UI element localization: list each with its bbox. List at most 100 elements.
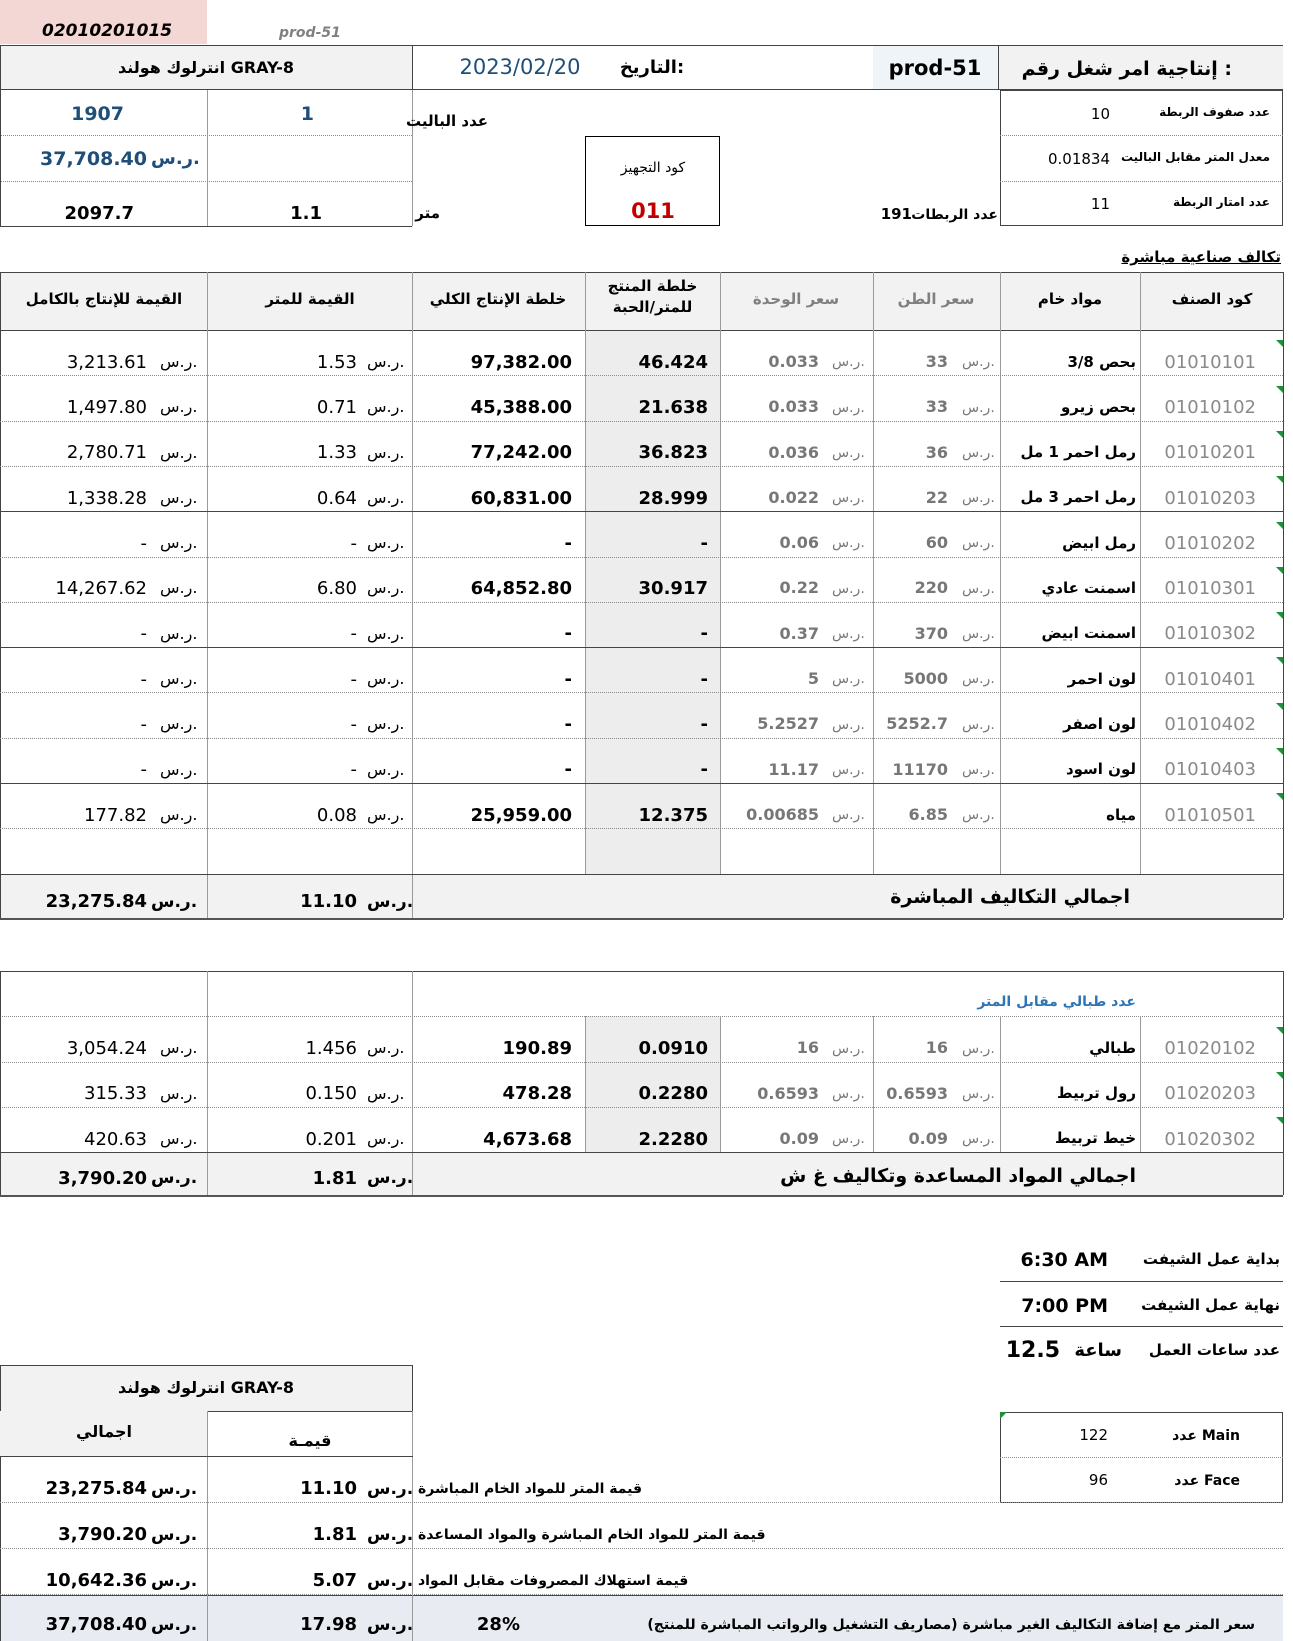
currency-symbol: ر.س. [962, 716, 995, 733]
currency-symbol: ر.س. [832, 354, 865, 371]
meter-label: متر [415, 204, 440, 223]
currency-symbol: ر.س. [962, 399, 995, 416]
order-title: إنتاجية امر شغل رقم : [1021, 57, 1232, 80]
row-line [0, 1195, 1283, 1198]
currency-symbol: ر.س. [962, 1085, 995, 1102]
hours-label: عدد ساعات العمل [1148, 1341, 1280, 1360]
currency-symbol: ر.س. [160, 578, 198, 598]
summary-col-value: قيمـة [288, 1430, 332, 1450]
currency-symbol: ر.س. [832, 626, 865, 642]
value-per-meter: 0.08 [316, 804, 357, 826]
row-line [1000, 1281, 1283, 1282]
cell-marker-icon [1276, 1117, 1283, 1125]
value-per-meter: - [350, 623, 358, 645]
col-line [0, 90, 1, 226]
row-line [0, 601, 1283, 603]
mix-per-meter: - [700, 714, 708, 735]
currency-symbol: ر.س. [367, 1478, 414, 1499]
currency-symbol: ر.س. [160, 533, 198, 553]
currency-symbol: ر.س. [367, 804, 405, 824]
direct-total-value: 23,275.84 [45, 890, 147, 912]
final-percent: 28% [476, 1614, 520, 1636]
row-line [1000, 1326, 1283, 1327]
currency-symbol: ر.س. [367, 487, 405, 507]
currency-symbol: ر.س. [160, 487, 198, 507]
prod-label-small: prod-51 [279, 24, 341, 41]
item-name: رمل ابيض [1062, 533, 1136, 552]
currency-symbol: ر.س. [832, 535, 865, 552]
row-line [1000, 135, 1283, 136]
item-name: اسمنت ابيض [1041, 624, 1136, 643]
mix-total: - [564, 759, 572, 781]
mix-per-meter: 12.375 [638, 804, 708, 826]
currency-symbol: ر.س. [367, 714, 405, 734]
col-line [412, 272, 413, 918]
mix-total: 77,242.00 [470, 442, 572, 464]
row-line [0, 226, 412, 227]
cell-marker-icon [1276, 1026, 1283, 1034]
item-code: 01010401 [1164, 668, 1256, 690]
bundles-count: 191 [880, 205, 912, 224]
right-info-value: 0.01834 [1047, 150, 1110, 169]
cell-marker-icon [1276, 612, 1283, 620]
cell-marker-icon [1276, 430, 1283, 438]
shift-end-label: نهاية عمل الشيفت [1141, 1296, 1280, 1315]
currency-symbol: ر.س. [962, 1131, 995, 1148]
col-line [412, 90, 413, 226]
item-code: 01020203 [1164, 1083, 1256, 1105]
summary-row-total: 23,275.84 [45, 1478, 147, 1500]
pallets-total: 1907 [71, 102, 124, 125]
value-per-meter: 1.33 [316, 442, 357, 464]
setup-code-label: كود التجهيز [620, 159, 686, 176]
currency-symbol: ر.س. [962, 1040, 995, 1057]
shift-end: 7:00 PM [1021, 1294, 1108, 1317]
mix-per-meter: 2.2280 [638, 1128, 708, 1150]
row-line [0, 375, 1283, 377]
currency-symbol: ر.س. [151, 1570, 198, 1591]
currency-symbol: ر.س. [962, 761, 995, 778]
mix-per-meter: - [700, 532, 708, 554]
cell-marker-icon [1276, 385, 1283, 393]
unit-price: 0.6593 [757, 1083, 819, 1103]
item-name: رمل احمر 3 مل [1020, 488, 1136, 507]
row-line [0, 1456, 413, 1457]
item-code: 01010203 [1164, 487, 1256, 509]
value-per-meter: 0.71 [316, 396, 357, 418]
summary-row-total: 10,642.36 [45, 1570, 147, 1592]
right-info-label: عدد صفوف الربطة [1159, 105, 1270, 120]
unit-price: 0.033 [768, 351, 819, 371]
item-name: لون اصفر [1063, 714, 1136, 733]
mix-total: 4,673.68 [483, 1128, 572, 1150]
item-name: لون احمر [1067, 669, 1136, 688]
value-total: - [140, 759, 148, 781]
aux-title: عدد طبالي مقابل المتر [977, 993, 1136, 1010]
count-label: عدد Face [1174, 1472, 1240, 1489]
right-info-label: عدد امتار الربطة [1172, 195, 1270, 210]
item-code: 01010501 [1164, 804, 1256, 826]
col-line [1283, 272, 1284, 918]
col-line [873, 272, 874, 918]
ton-price: 370 [914, 623, 948, 643]
row-line [0, 1595, 1283, 1596]
final-total: 37,708.40 [45, 1614, 147, 1636]
row-line [0, 737, 1283, 739]
col-line [1283, 873, 1284, 918]
currency-symbol: ر.س. [367, 891, 414, 912]
mix-total: 97,382.00 [470, 351, 572, 373]
value-total: 3,213.61 [66, 351, 147, 373]
mix-total: - [564, 532, 572, 554]
row-line [0, 511, 1283, 513]
ton-price: 60 [925, 533, 948, 553]
cell-marker-icon [1276, 657, 1283, 665]
item-name: بحص 3/8 [1067, 352, 1137, 371]
bundles-label: عدد الربطات [911, 206, 998, 223]
ton-price: 5000 [903, 669, 948, 688]
ton-price: 36 [925, 442, 948, 462]
item-name: مياه [1106, 805, 1136, 824]
col-line [720, 272, 721, 918]
currency-symbol: ر.س. [962, 535, 995, 552]
value-per-meter: 0.150 [305, 1083, 357, 1105]
unit-price: 0.036 [768, 442, 819, 462]
ton-price: 11170 [892, 759, 948, 779]
unit-price: 0.06 [779, 533, 819, 553]
